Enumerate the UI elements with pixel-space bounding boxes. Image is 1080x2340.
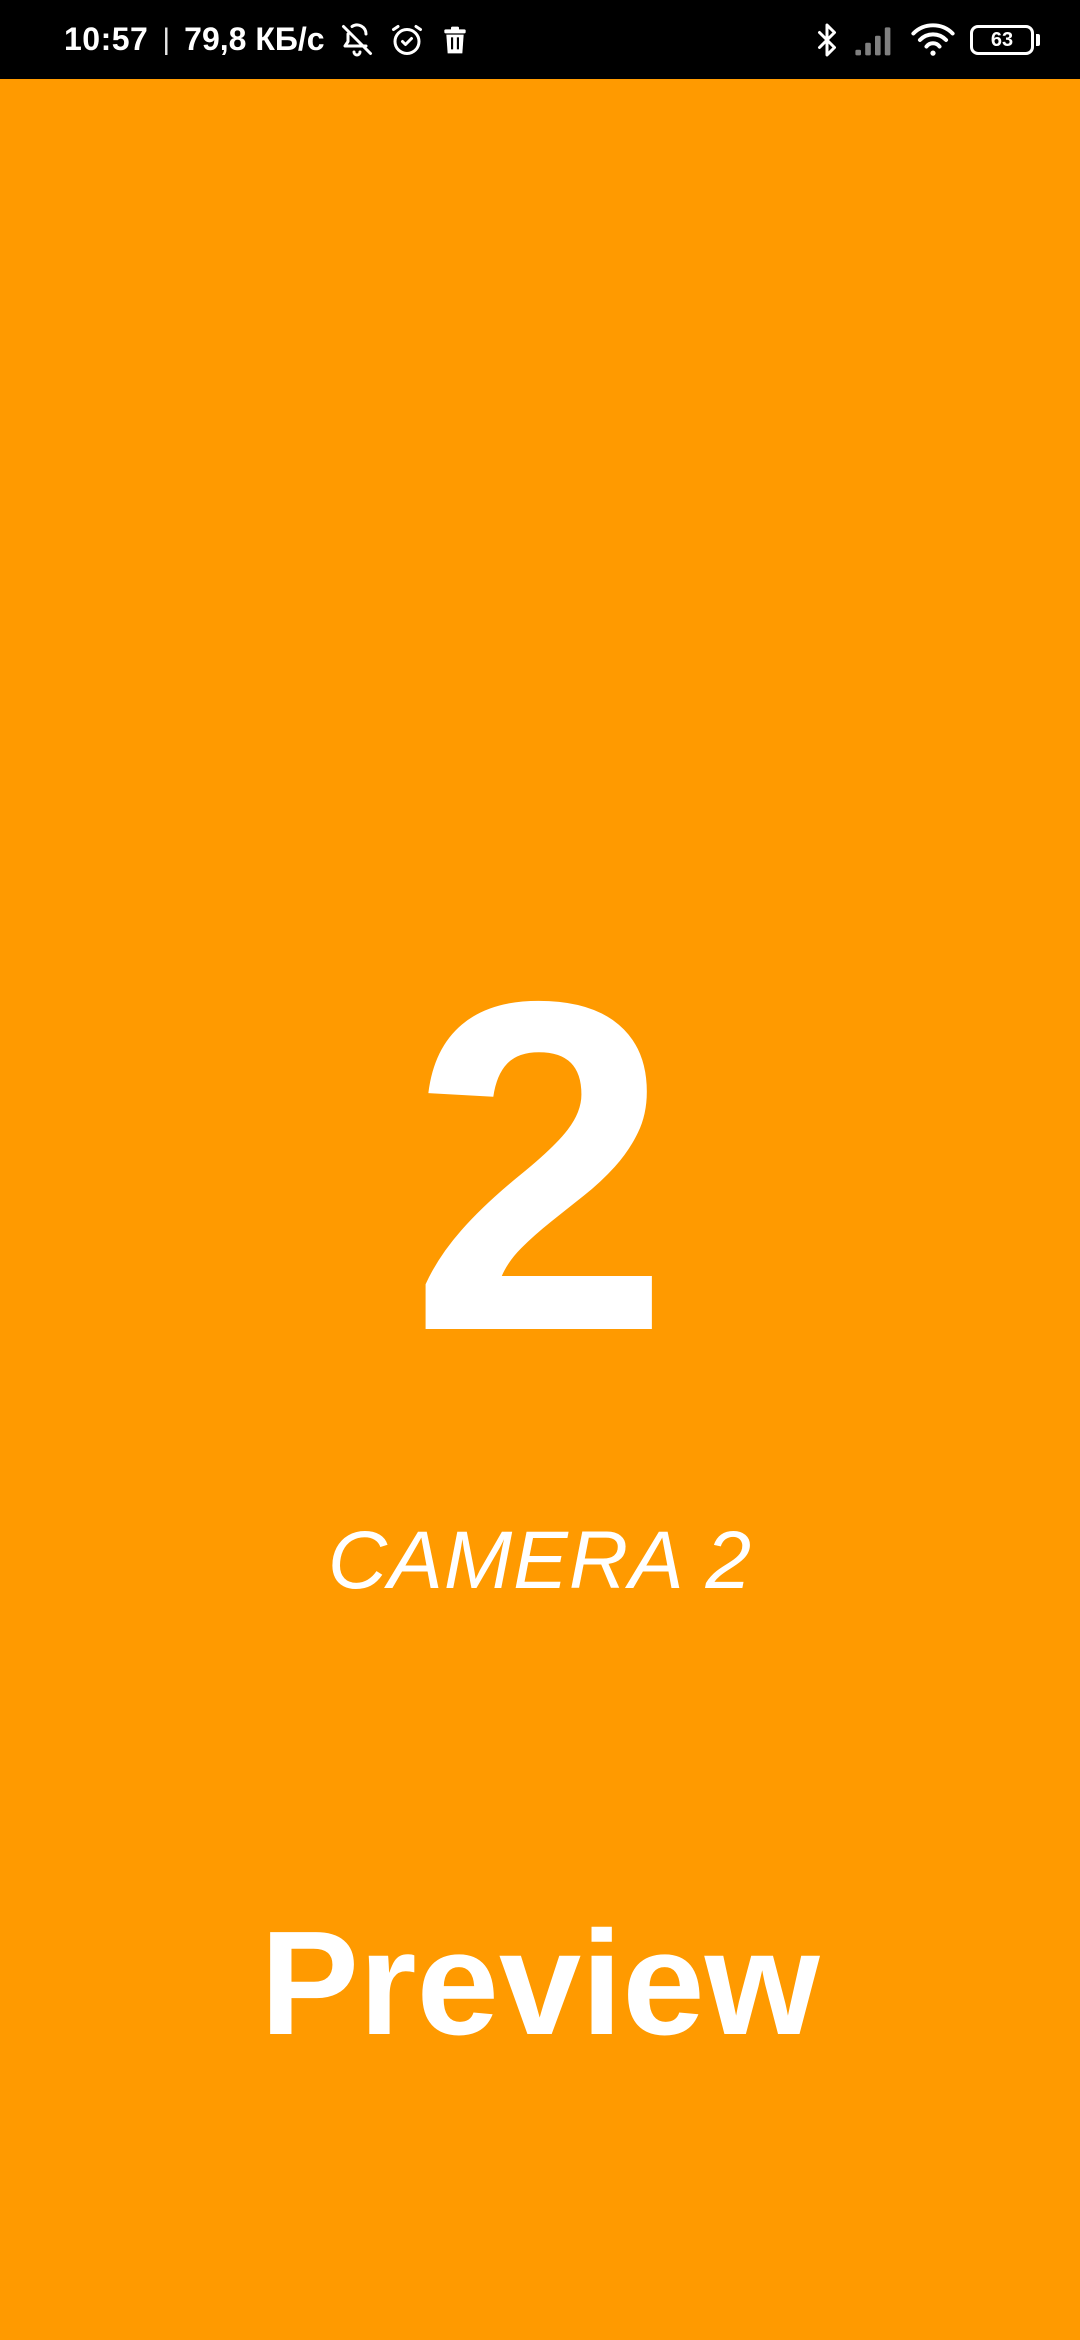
camera-screen: 2 CAMERA 2 Preview bbox=[0, 79, 1080, 2340]
bell-off-icon bbox=[339, 22, 375, 58]
wifi-icon bbox=[910, 22, 956, 58]
preview-button[interactable]: Preview bbox=[240, 1899, 840, 2069]
network-speed: 79,8 КБ/с bbox=[184, 21, 325, 57]
signal-icon bbox=[854, 23, 896, 57]
battery-level: 63 bbox=[990, 28, 1014, 51]
alarm-clock-icon bbox=[389, 22, 425, 58]
battery-tip bbox=[1036, 33, 1040, 46]
camera-label: CAMERA 2 bbox=[327, 1515, 753, 1606]
status-separator: | bbox=[162, 22, 171, 56]
camera-number: 2 bbox=[409, 904, 671, 1429]
bluetooth-icon bbox=[814, 22, 840, 58]
status-time: 10:57 bbox=[64, 21, 149, 57]
battery-icon: 63 bbox=[970, 24, 1040, 55]
status-bar-left: 10:57 | 79,8 КБ/с bbox=[64, 0, 471, 79]
status-bar-right: 63 bbox=[814, 0, 1040, 79]
trash-icon bbox=[439, 22, 471, 58]
battery-body: 63 bbox=[970, 24, 1034, 55]
status-bar: 10:57 | 79,8 КБ/с 63 bbox=[0, 0, 1080, 79]
